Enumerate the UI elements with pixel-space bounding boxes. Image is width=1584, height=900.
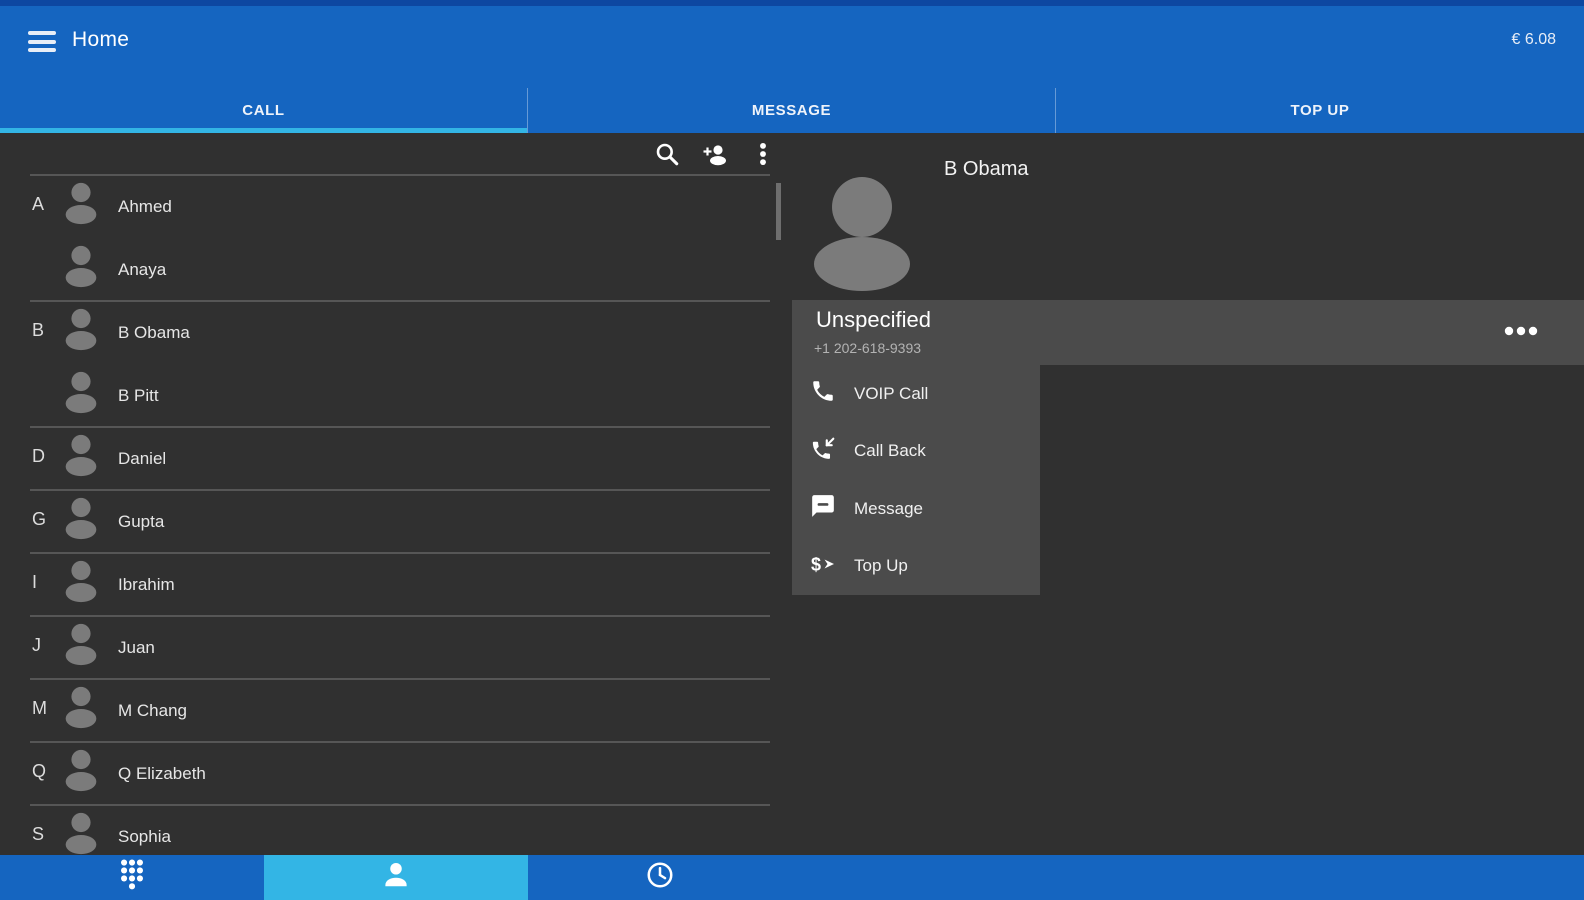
contact-detail-name: B Obama xyxy=(944,158,1028,181)
menu-item-call-back[interactable]: Call Back xyxy=(792,423,1040,481)
contact-avatar-icon xyxy=(58,557,104,612)
menu-item-label: Top Up xyxy=(854,556,908,576)
contact-name: Ibrahim xyxy=(118,575,175,595)
nav-dialpad-tab[interactable] xyxy=(0,855,264,900)
contact-section: I Ibrahim xyxy=(0,553,792,616)
contact-name: Juan xyxy=(118,638,155,658)
section-letter: Q xyxy=(32,761,46,782)
contact-avatar-icon xyxy=(58,368,104,423)
phone-number-row[interactable]: Unspecified +1 202-618-9393 xyxy=(792,300,1584,365)
section-letter: B xyxy=(32,320,44,341)
content-area: AAhmedAnayaBB ObamaB PittDDanielGGuptaII… xyxy=(0,133,1584,855)
contact-avatar-icon xyxy=(58,746,104,801)
contact-name: B Obama xyxy=(118,323,190,343)
menu-item-top-up[interactable]: $ Top Up xyxy=(792,538,1040,596)
contact-row[interactable]: B Pitt xyxy=(0,364,792,427)
contact-row[interactable]: M Chang xyxy=(0,679,792,742)
hamburger-menu-icon[interactable] xyxy=(28,31,56,53)
status-bar xyxy=(0,0,1584,6)
nav-contacts-tab[interactable] xyxy=(264,855,528,900)
contact-section: A Ahmed Anaya xyxy=(0,175,792,301)
contact-row[interactable]: Juan xyxy=(0,616,792,679)
contact-section: B B Obama B Pitt xyxy=(0,301,792,427)
section-letter: M xyxy=(32,698,47,719)
top-up-icon: $ xyxy=(810,551,836,582)
section-letter: S xyxy=(32,824,44,845)
section-letter: D xyxy=(32,446,45,467)
contact-avatar-icon xyxy=(58,494,104,549)
contact-list: AAhmedAnayaBB ObamaB PittDDanielGGuptaII… xyxy=(0,175,792,868)
contact-name: Q Elizabeth xyxy=(118,764,206,784)
message-icon xyxy=(810,493,836,524)
contact-name: Daniel xyxy=(118,449,166,469)
section-letter: I xyxy=(32,572,37,593)
contact-detail-panel: B Obama Unspecified +1 202-618-9393 VOIP… xyxy=(792,133,1584,855)
contact-section: G Gupta xyxy=(0,490,792,553)
app-bar: Home € 6.08 xyxy=(0,0,1584,88)
dialpad-icon xyxy=(117,858,147,897)
voip-call-icon xyxy=(810,378,836,409)
contact-name: Sophia xyxy=(118,827,171,847)
tab-top-up[interactable]: TOP UP xyxy=(1056,88,1584,133)
contact-name: Ahmed xyxy=(118,197,172,217)
contact-avatar-icon xyxy=(58,305,104,360)
nav-history-tab[interactable] xyxy=(528,855,792,900)
menu-item-message[interactable]: Message xyxy=(792,480,1040,538)
contact-row[interactable]: Daniel xyxy=(0,427,792,490)
menu-item-label: VOIP Call xyxy=(854,384,928,404)
number-type-label: Unspecified xyxy=(816,307,931,333)
svg-text:$: $ xyxy=(811,554,821,574)
contact-name: B Pitt xyxy=(118,386,159,406)
search-icon[interactable] xyxy=(654,141,680,167)
contacts-icon xyxy=(381,858,411,897)
contact-section: D Daniel xyxy=(0,427,792,490)
page-title: Home xyxy=(72,28,129,52)
contact-list-toolbar xyxy=(0,133,792,175)
tab-message[interactable]: MESSAGE xyxy=(528,88,1056,133)
section-letter: A xyxy=(32,194,44,215)
app-screen: Home € 6.08 CALL MESSAGE TOP UP AAhmedA xyxy=(0,0,1584,900)
menu-item-label: Call Back xyxy=(854,441,926,461)
call-back-icon xyxy=(810,436,836,467)
overflow-menu-icon[interactable] xyxy=(750,141,776,167)
history-icon xyxy=(645,858,675,897)
phone-number: +1 202-618-9393 xyxy=(814,340,921,356)
contact-row[interactable]: Ibrahim xyxy=(0,553,792,616)
section-letter: J xyxy=(32,635,41,656)
contact-avatar-icon xyxy=(58,179,104,234)
contact-list-panel: AAhmedAnayaBB ObamaB PittDDanielGGuptaII… xyxy=(0,133,792,855)
tab-call[interactable]: CALL xyxy=(0,88,528,133)
list-scrollbar[interactable] xyxy=(776,183,781,240)
contact-section: J Juan xyxy=(0,616,792,679)
tab-bar: CALL MESSAGE TOP UP xyxy=(0,88,1584,133)
balance-label: € 6.08 xyxy=(1512,31,1556,49)
contact-avatar-icon xyxy=(58,683,104,738)
contact-avatar-icon xyxy=(58,431,104,486)
contact-name: Anaya xyxy=(118,260,166,280)
more-options-icon[interactable] xyxy=(1502,322,1540,340)
contact-avatar xyxy=(814,176,910,291)
contact-section: Q Q Elizabeth xyxy=(0,742,792,805)
contact-row[interactable]: Gupta xyxy=(0,490,792,553)
menu-item-voip-call[interactable]: VOIP Call xyxy=(792,365,1040,423)
section-letter: G xyxy=(32,509,46,530)
contact-avatar-icon xyxy=(58,620,104,675)
contact-section: M M Chang xyxy=(0,679,792,742)
bottom-nav-bar xyxy=(0,855,1584,900)
contact-name: Gupta xyxy=(118,512,164,532)
menu-item-label: Message xyxy=(854,499,923,519)
contact-name: M Chang xyxy=(118,701,187,721)
contact-row[interactable]: B Obama xyxy=(0,301,792,364)
contact-avatar-icon xyxy=(58,242,104,297)
contact-row[interactable]: Anaya xyxy=(0,238,792,301)
contact-action-menu: VOIP Call Call Back Message $ Top Up xyxy=(792,365,1040,595)
contact-row[interactable]: Ahmed xyxy=(0,175,792,238)
contact-row[interactable]: Q Elizabeth xyxy=(0,742,792,805)
add-contact-icon[interactable] xyxy=(702,141,728,167)
